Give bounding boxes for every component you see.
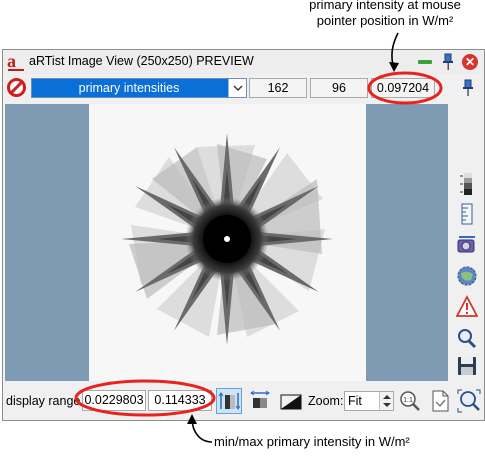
fit-range-icon[interactable] xyxy=(247,388,273,414)
annotation-pointer-value: primary intensity at mouse pointer posit… xyxy=(309,0,461,28)
display-range-bar: display range 0.0229803 0.114333 Zoom: F… xyxy=(3,386,484,416)
auto-range-icon[interactable] xyxy=(216,388,242,414)
view-toolbar: primary intensities 162 96 0.097204 xyxy=(3,76,484,100)
stop-icon[interactable] xyxy=(7,78,26,97)
image-viewport[interactable] xyxy=(5,104,448,381)
new-page-icon[interactable] xyxy=(427,388,453,414)
save-icon[interactable] xyxy=(456,354,478,378)
title-bar[interactable]: a aRTist Image View (250x250) PREVIEW ✕ xyxy=(3,50,484,74)
radiograph-image xyxy=(121,133,333,345)
minimize-icon[interactable] xyxy=(416,53,434,71)
warning-icon[interactable] xyxy=(455,295,479,319)
ruler-icon[interactable] xyxy=(456,202,478,226)
chevron-down-icon[interactable] xyxy=(228,79,246,97)
zoom-spinner[interactable] xyxy=(379,392,393,410)
pointer-y-readout: 96 xyxy=(310,78,368,98)
globe-icon[interactable] xyxy=(456,264,478,288)
arrow-bottom xyxy=(191,417,213,443)
range-max-field[interactable]: 0.114333 xyxy=(148,390,212,411)
display-range-label: display range xyxy=(6,394,81,408)
camera-icon[interactable] xyxy=(456,233,478,257)
side-toolbar xyxy=(451,104,484,381)
annotation-min-max: min/max primary intensity in W/m² xyxy=(214,434,410,449)
zoom-fit-icon[interactable] xyxy=(456,388,482,414)
pointer-x-readout: 162 xyxy=(249,78,307,98)
pin-icon[interactable] xyxy=(458,78,478,98)
pointer-value-readout: 0.097204 xyxy=(371,78,435,98)
artist-logo-icon: a xyxy=(7,52,24,71)
zoom-label: Zoom: xyxy=(308,394,344,408)
gradient-icon[interactable] xyxy=(278,388,304,414)
zoom-value: Fit xyxy=(348,394,362,408)
close-icon[interactable]: ✕ xyxy=(461,53,479,71)
channel-dropdown-value: primary intensities xyxy=(78,81,180,95)
image-canvas[interactable] xyxy=(89,104,366,381)
zoom-1to1-icon[interactable]: 1:1 xyxy=(397,388,423,414)
window-title: aRTist Image View (250x250) PREVIEW xyxy=(29,54,254,68)
range-min-field[interactable]: 0.0229803 xyxy=(82,390,146,411)
zoom-select[interactable]: Fit xyxy=(344,391,394,411)
channel-dropdown[interactable]: primary intensities xyxy=(31,78,247,98)
colorbar-icon[interactable] xyxy=(456,172,478,196)
svg-text:1:1: 1:1 xyxy=(403,397,413,404)
pin-icon[interactable] xyxy=(439,53,457,71)
magnifier-icon[interactable] xyxy=(456,326,478,350)
image-view-window: a aRTist Image View (250x250) PREVIEW ✕ … xyxy=(2,49,485,421)
